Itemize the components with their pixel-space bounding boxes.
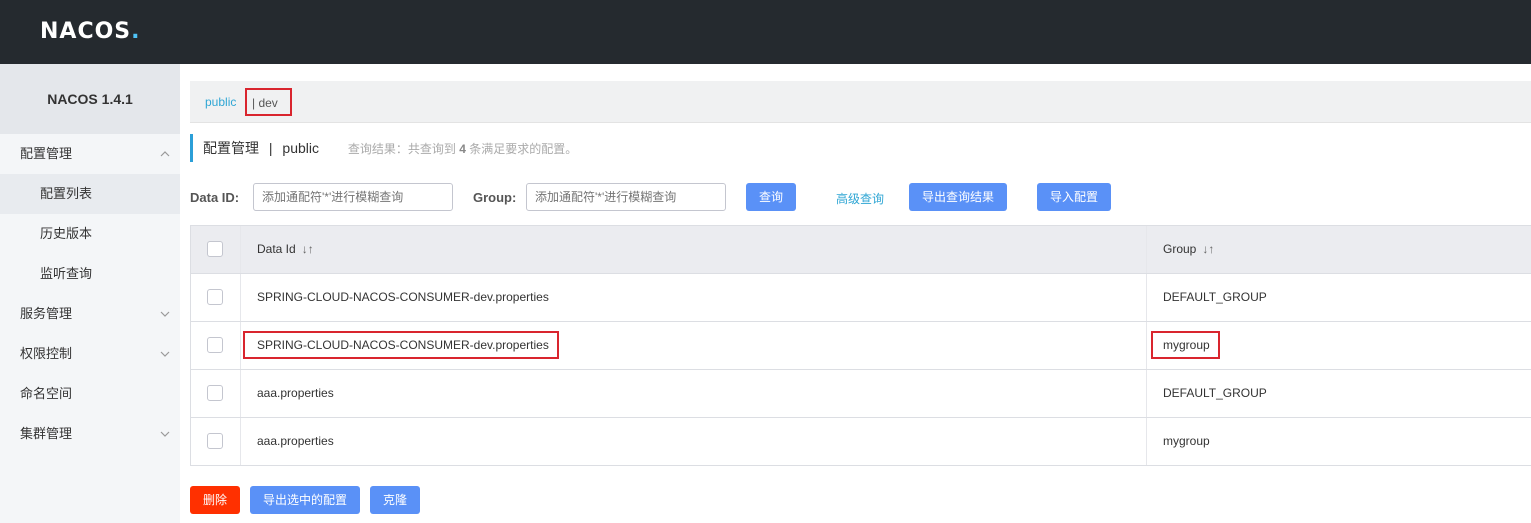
chevron-up-icon (160, 134, 170, 174)
sidebar-item-config-management[interactable]: 配置管理 (0, 134, 180, 174)
query-result-summary: 查询结果：共查询到 4 条满足要求的配置。 (347, 142, 578, 156)
dataid-label: Data ID: (190, 190, 240, 205)
chevron-down-icon (160, 294, 170, 334)
group-column-header[interactable]: Group ↓↑ (1147, 226, 1531, 273)
sidebar-item-config-list[interactable]: 配置列表 (0, 174, 180, 214)
table-row: SPRING-CLOUD-NACOS-CONSUMER-dev.properti… (191, 274, 1531, 322)
main-content: public | dev 配置管理 | public 查询结果：共查询到 4 条… (180, 64, 1531, 523)
select-all-checkbox[interactable] (207, 241, 223, 257)
table-row: SPRING-CLOUD-NACOS-CONSUMER-dev.properti… (191, 322, 1531, 370)
group-search-input[interactable] (526, 183, 726, 211)
group-label: Group: (473, 190, 517, 205)
dataid-column-header[interactable]: Data Id ↓↑ (241, 226, 1147, 273)
title-separator: | (268, 140, 273, 156)
row-checkbox[interactable] (207, 385, 223, 401)
config-table: Data Id ↓↑ Group ↓↑ SPRING-CLOUD-NACOS-CON… (190, 225, 1531, 466)
namespace-public-link[interactable]: public (205, 95, 236, 109)
delete-button[interactable]: 删除 (190, 486, 240, 514)
row-checkbox-cell (191, 322, 241, 369)
sidebar-item-label: 配置列表 (40, 186, 93, 201)
nacos-logo[interactable]: NACOS. (40, 19, 141, 44)
current-namespace: public (282, 140, 320, 156)
sidebar-item-cluster-management[interactable]: 集群管理 (0, 414, 180, 454)
highlighted-dataid: SPRING-CLOUD-NACOS-CONSUMER-dev.properti… (243, 331, 559, 359)
table-row: aaa.properties mygroup (191, 418, 1531, 466)
select-all-cell (191, 226, 241, 273)
chevron-down-icon (160, 414, 170, 454)
sidebar-item-label: 命名空间 (20, 386, 73, 401)
chevron-down-icon (160, 334, 170, 374)
sidebar-item-label: 历史版本 (40, 226, 93, 241)
sidebar-item-label: 配置管理 (20, 146, 73, 161)
row-checkbox[interactable] (207, 433, 223, 449)
dataid-cell: aaa.properties (241, 418, 1147, 465)
page-title: 配置管理 | public 查询结果：共查询到 4 条满足要求的配置。 (190, 134, 577, 162)
sidebar-item-namespace[interactable]: 命名空间 (0, 374, 180, 414)
export-query-results-button[interactable]: 导出查询结果 (909, 183, 1007, 211)
clone-button[interactable]: 克隆 (370, 486, 420, 514)
table-header-row: Data Id ↓↑ Group ↓↑ (191, 226, 1531, 274)
dataid-cell: aaa.properties (241, 370, 1147, 417)
dataid-search-input[interactable] (253, 183, 453, 211)
query-button[interactable]: 查询 (746, 183, 796, 211)
top-header: NACOS. (0, 0, 1531, 64)
logo-text: NACOS (40, 19, 132, 44)
group-cell: DEFAULT_GROUP (1147, 274, 1531, 321)
version-label: NACOS 1.4.1 (0, 64, 180, 134)
namespace-dev-link[interactable]: | dev (245, 88, 292, 116)
row-checkbox-cell (191, 418, 241, 465)
dataid-cell: SPRING-CLOUD-NACOS-CONSUMER-dev.properti… (241, 274, 1147, 321)
row-checkbox[interactable] (207, 289, 223, 305)
sidebar-item-listener-query[interactable]: 监听查询 (0, 254, 180, 294)
highlighted-group: mygroup (1151, 331, 1220, 359)
sort-icon[interactable]: ↓↑ (302, 242, 314, 256)
sidebar: NACOS 1.4.1 配置管理 配置列表 历史版本 监听查询 服务管理 权限控… (0, 64, 180, 523)
sidebar-item-history[interactable]: 历史版本 (0, 214, 180, 254)
import-config-button[interactable]: 导入配置 (1037, 183, 1111, 211)
advanced-query-link[interactable]: 高级查询 (836, 190, 884, 207)
table-row: aaa.properties DEFAULT_GROUP (191, 370, 1531, 418)
group-cell: mygroup (1147, 418, 1531, 465)
sidebar-item-label: 服务管理 (20, 306, 73, 321)
sort-icon[interactable]: ↓↑ (1202, 242, 1214, 256)
namespace-bar: public | dev (190, 81, 1531, 123)
sidebar-item-label: 集群管理 (20, 426, 73, 441)
row-checkbox-cell (191, 370, 241, 417)
group-cell: mygroup (1147, 322, 1531, 369)
row-checkbox-cell (191, 274, 241, 321)
dataid-cell: SPRING-CLOUD-NACOS-CONSUMER-dev.properti… (241, 322, 1147, 369)
logo-dot: . (131, 19, 141, 44)
sidebar-item-access-control[interactable]: 权限控制 (0, 334, 180, 374)
page-title-text: 配置管理 (203, 140, 259, 156)
export-selected-button[interactable]: 导出选中的配置 (250, 486, 360, 514)
sidebar-item-label: 权限控制 (20, 346, 73, 361)
row-checkbox[interactable] (207, 337, 223, 353)
group-cell: DEFAULT_GROUP (1147, 370, 1531, 417)
sidebar-item-service-management[interactable]: 服务管理 (0, 294, 180, 334)
sidebar-item-label: 监听查询 (40, 266, 93, 281)
